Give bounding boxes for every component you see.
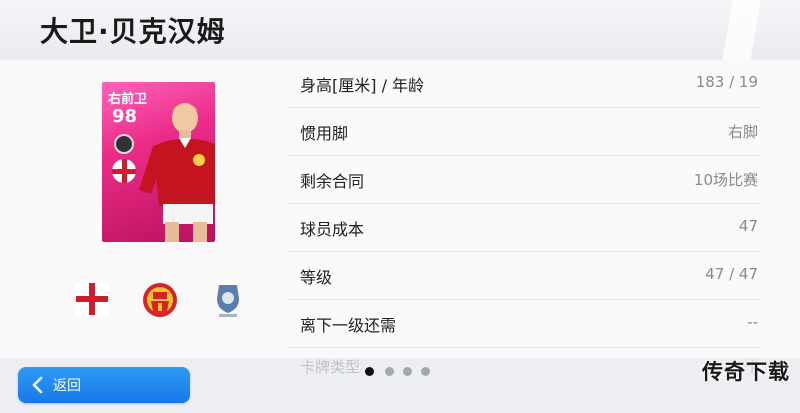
affiliation-icons [0, 281, 280, 319]
stats-list: 身高[厘米] / 年龄 183 / 19 惯用脚 右脚 剩余合同 10场比赛 球… [288, 60, 760, 348]
stat-value: -- [747, 313, 758, 331]
stat-label: 离下一级还需 [300, 316, 397, 335]
card-rating: 98 [112, 106, 138, 127]
page-dot[interactable] [403, 367, 412, 376]
stat-row-contract: 剩余合同 10场比赛 [288, 156, 760, 204]
stat-label: 球员成本 [300, 220, 365, 239]
chevron-left-icon [32, 376, 43, 394]
page-dot[interactable] [385, 367, 394, 376]
header-bar: 大卫·贝克汉姆 [0, 0, 800, 60]
player-photo [139, 103, 215, 242]
faded-stat-label: 卡牌类型 [300, 358, 361, 376]
card-badge-icon [114, 134, 134, 154]
stat-row-player-cost: 球员成本 47 [288, 204, 760, 252]
manchester-united-crest-icon [143, 283, 177, 317]
stat-row-height-age: 身高[厘米] / 年龄 183 / 19 [288, 60, 760, 108]
stat-row-next-level: 离下一级还需 -- [288, 300, 760, 348]
stat-row-level: 等级 47 / 47 [288, 252, 760, 300]
league-badge-icon [217, 285, 239, 317]
stat-label: 惯用脚 [300, 124, 349, 143]
england-flag-icon [76, 283, 108, 315]
player-name: 大卫·贝克汉姆 [40, 15, 226, 48]
stat-label: 剩余合同 [300, 172, 365, 191]
page-dot[interactable] [365, 367, 374, 376]
back-button[interactable]: 返回 [18, 367, 190, 403]
stat-value: 47 [738, 217, 758, 235]
page-dot[interactable] [421, 367, 430, 376]
stat-label: 身高[厘米] / 年龄 [300, 76, 425, 95]
stat-label: 等级 [300, 268, 333, 287]
stat-row-preferred-foot: 惯用脚 右脚 [288, 108, 760, 156]
stat-value: 右脚 [727, 123, 758, 141]
stat-value: 47 / 47 [705, 265, 758, 283]
back-button-label: 返回 [53, 378, 81, 394]
stat-value: 183 / 19 [695, 73, 758, 91]
player-card[interactable]: 右前卫 98 [102, 82, 215, 242]
card-england-flag-icon [112, 159, 136, 183]
watermark: 传奇下载 [702, 360, 790, 384]
header-decoration [690, 0, 800, 60]
stat-value: 10场比赛 [693, 171, 758, 189]
